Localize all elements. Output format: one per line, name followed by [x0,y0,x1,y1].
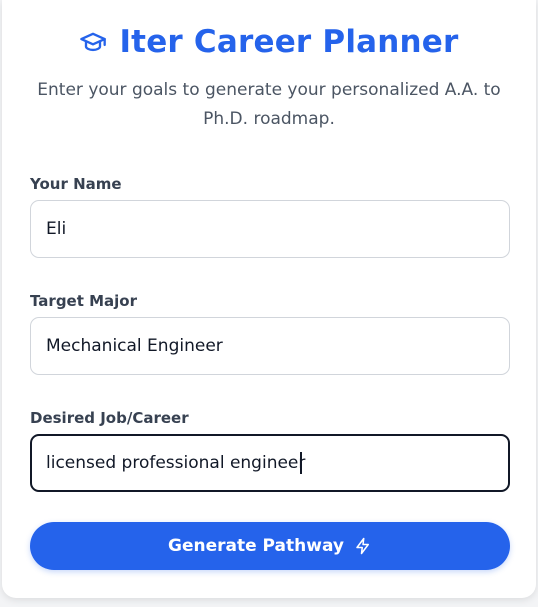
header: Iter Career Planner [2,24,536,60]
planner-card: Iter Career Planner Enter your goals to … [2,0,536,598]
generate-pathway-button[interactable]: Generate Pathway [30,522,510,570]
page-subtitle: Enter your goals to generate your person… [37,80,501,129]
major-input[interactable] [30,317,510,375]
text-caret [300,452,302,474]
generate-pathway-label: Generate Pathway [168,536,344,556]
career-label: Desired Job/Career [30,409,189,427]
graduation-cap-icon [79,28,107,56]
name-label: Your Name [30,175,122,193]
career-input[interactable] [30,434,510,492]
major-label: Target Major [30,292,138,310]
name-input[interactable] [30,200,510,258]
lightning-bolt-icon [354,537,372,555]
page-title: Iter Career Planner [119,24,459,60]
